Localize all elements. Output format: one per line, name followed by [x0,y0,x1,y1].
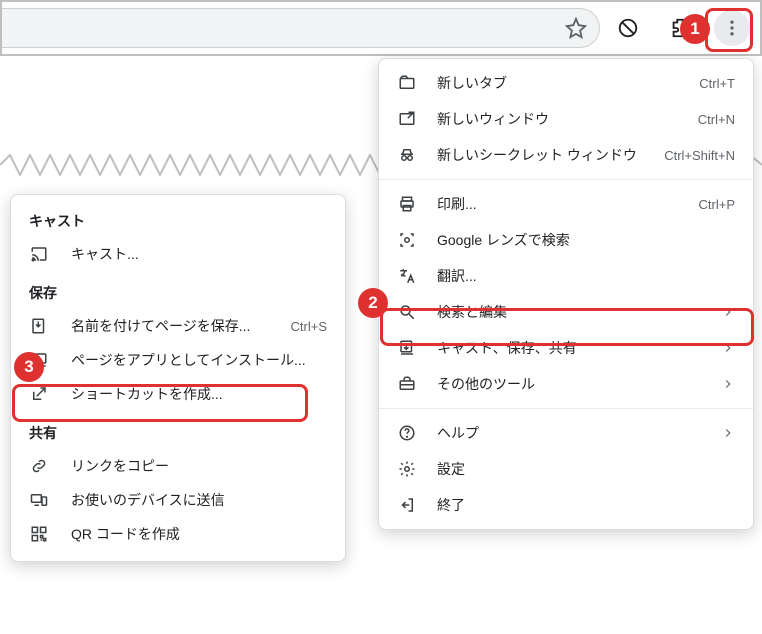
menu-new-window[interactable]: 新しいウィンドウ Ctrl+N [379,101,753,137]
menu-translate[interactable]: 翻訳... [379,258,753,294]
submenu-install-app[interactable]: ページをアプリとしてインストール... [11,343,345,377]
star-icon[interactable] [565,17,587,39]
menu-shortcut: Ctrl+N [698,112,735,127]
menu-label: Google レンズで検索 [437,230,735,250]
search-icon [397,302,417,322]
menu-settings[interactable]: 設定 [379,451,753,487]
chrome-main-menu: 新しいタブ Ctrl+T 新しいウィンドウ Ctrl+N 新しいシークレット ウ… [378,58,754,530]
menu-incognito[interactable]: 新しいシークレット ウィンドウ Ctrl+Shift+N [379,137,753,173]
submenu-label: ショートカットを作成... [71,384,327,404]
gear-icon [397,459,417,479]
submenu-label: QR コードを作成 [71,524,327,544]
menu-label: ヘルプ [437,423,713,443]
new-tab-icon [397,73,417,93]
menu-shortcut: Ctrl+T [699,76,735,91]
lens-icon [397,230,417,250]
chevron-right-icon [721,341,735,355]
install-app-icon [29,350,49,370]
more-menu-button[interactable] [714,10,750,46]
submenu-create-shortcut[interactable]: ショートカットを作成... [11,377,345,411]
submenu-label: キャスト... [71,244,327,264]
submenu-copy-link[interactable]: リンクをコピー [11,449,345,483]
shortcut-icon [29,384,49,404]
browser-toolbar [0,0,762,56]
submenu-save-as[interactable]: 名前を付けてページを保存... Ctrl+S [11,309,345,343]
menu-lens-search[interactable]: Google レンズで検索 [379,222,753,258]
devices-icon [29,490,49,510]
help-icon [397,423,417,443]
qr-icon [29,524,49,544]
menu-cast-save-share[interactable]: キャスト、保存、共有 [379,330,753,366]
menu-find-edit[interactable]: 検索と編集 [379,294,753,330]
submenu-header-cast: キャスト [11,199,345,237]
chevron-right-icon [721,377,735,391]
menu-more-tools[interactable]: その他のツール [379,366,753,402]
new-window-icon [397,109,417,129]
incognito-icon [397,145,417,165]
menu-new-tab[interactable]: 新しいタブ Ctrl+T [379,65,753,101]
submenu-header-save: 保存 [11,271,345,309]
submenu-header-share: 共有 [11,411,345,449]
link-icon [29,456,49,476]
translate-icon [397,266,417,286]
menu-label: 新しいウィンドウ [437,109,698,129]
menu-label: 印刷... [437,194,699,214]
menu-exit[interactable]: 終了 [379,487,753,523]
chevron-right-icon [721,426,735,440]
menu-print[interactable]: 印刷... Ctrl+P [379,186,753,222]
submenu-cast[interactable]: キャスト... [11,237,345,271]
print-icon [397,194,417,214]
menu-label: その他のツール [437,374,713,394]
menu-shortcut: Ctrl+P [699,197,735,212]
submenu-label: お使いのデバイスに送信 [71,490,327,510]
omnibox[interactable] [2,8,600,48]
menu-label: 翻訳... [437,266,735,286]
menu-label: 検索と編集 [437,302,713,322]
cast-save-share-icon [397,338,417,358]
submenu-send-to-device[interactable]: お使いのデバイスに送信 [11,483,345,517]
submenu-shortcut: Ctrl+S [291,319,327,334]
block-icon[interactable] [610,10,646,46]
extensions-icon[interactable] [662,10,698,46]
menu-label: 設定 [437,459,735,479]
toolbox-icon [397,374,417,394]
menu-label: 新しいタブ [437,73,699,93]
cast-icon [29,244,49,264]
exit-icon [397,495,417,515]
chevron-right-icon [721,305,735,319]
menu-separator [379,179,753,180]
menu-label: 終了 [437,495,735,515]
menu-shortcut: Ctrl+Shift+N [664,148,735,163]
submenu-label: リンクをコピー [71,456,327,476]
menu-label: キャスト、保存、共有 [437,338,713,358]
submenu-label: ページをアプリとしてインストール... [71,350,327,370]
submenu-qr-code[interactable]: QR コードを作成 [11,517,345,551]
save-page-icon [29,316,49,336]
submenu-label: 名前を付けてページを保存... [71,316,291,336]
menu-label: 新しいシークレット ウィンドウ [437,145,664,165]
cast-save-share-submenu: キャスト キャスト... 保存 名前を付けてページを保存... Ctrl+S ペ… [10,194,346,562]
menu-help[interactable]: ヘルプ [379,415,753,451]
menu-separator [379,408,753,409]
